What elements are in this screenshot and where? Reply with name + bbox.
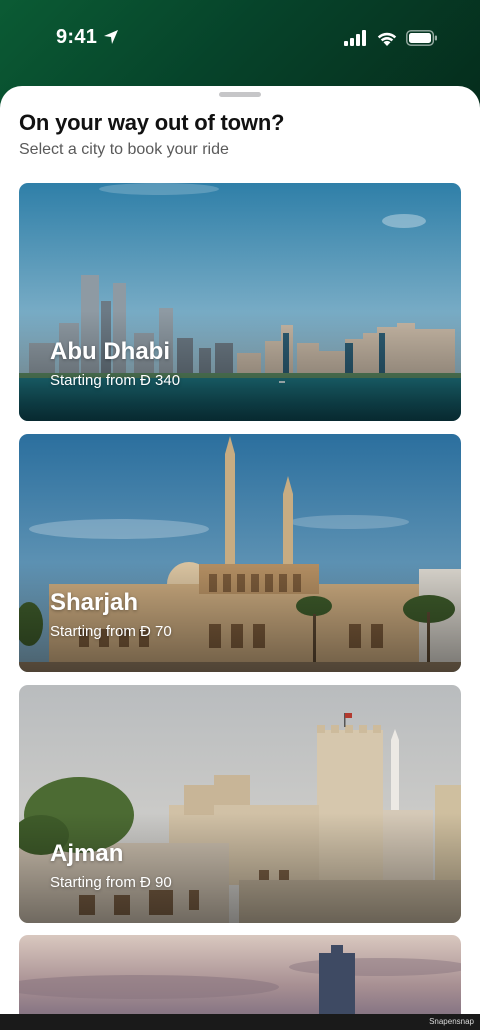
- sheet-title: On your way out of town?: [19, 110, 285, 135]
- city-starting-price: Starting from Đ 340: [50, 372, 181, 389]
- city-starting-price: Starting from Đ 70: [50, 623, 172, 640]
- battery-icon: [406, 30, 437, 46]
- card-gradient-overlay: [19, 562, 461, 672]
- card-gradient-overlay: [19, 813, 461, 923]
- city-card-abu-dhabi[interactable]: Abu Dhabi Starting from Đ 340: [19, 183, 461, 421]
- signal-icon: [344, 30, 366, 46]
- city-name: Ajman: [50, 840, 124, 867]
- wifi-icon: [377, 32, 397, 46]
- bottom-strip: [0, 1014, 480, 1030]
- status-bar: 9:41: [0, 0, 480, 80]
- card-gradient-overlay: [19, 311, 461, 421]
- city-name: Sharjah: [50, 589, 139, 616]
- city-card-ajman[interactable]: Ajman Starting from Đ 90: [19, 685, 461, 923]
- status-time: 9:41: [56, 26, 98, 48]
- city-card-sharjah[interactable]: Sharjah Starting from Đ 70: [19, 434, 461, 672]
- city-starting-price: Starting from Đ 90: [50, 874, 172, 891]
- watermark: Snapensnap: [429, 1017, 474, 1026]
- status-icons: [344, 29, 438, 47]
- city-name: Abu Dhabi: [50, 338, 170, 365]
- sheet-subtitle: Select a city to book your ride: [19, 141, 229, 158]
- sheet-grabber[interactable]: [219, 92, 261, 97]
- city-selection-sheet: On your way out of town? Select a city t…: [0, 86, 480, 1030]
- location-arrow-icon: [104, 30, 118, 44]
